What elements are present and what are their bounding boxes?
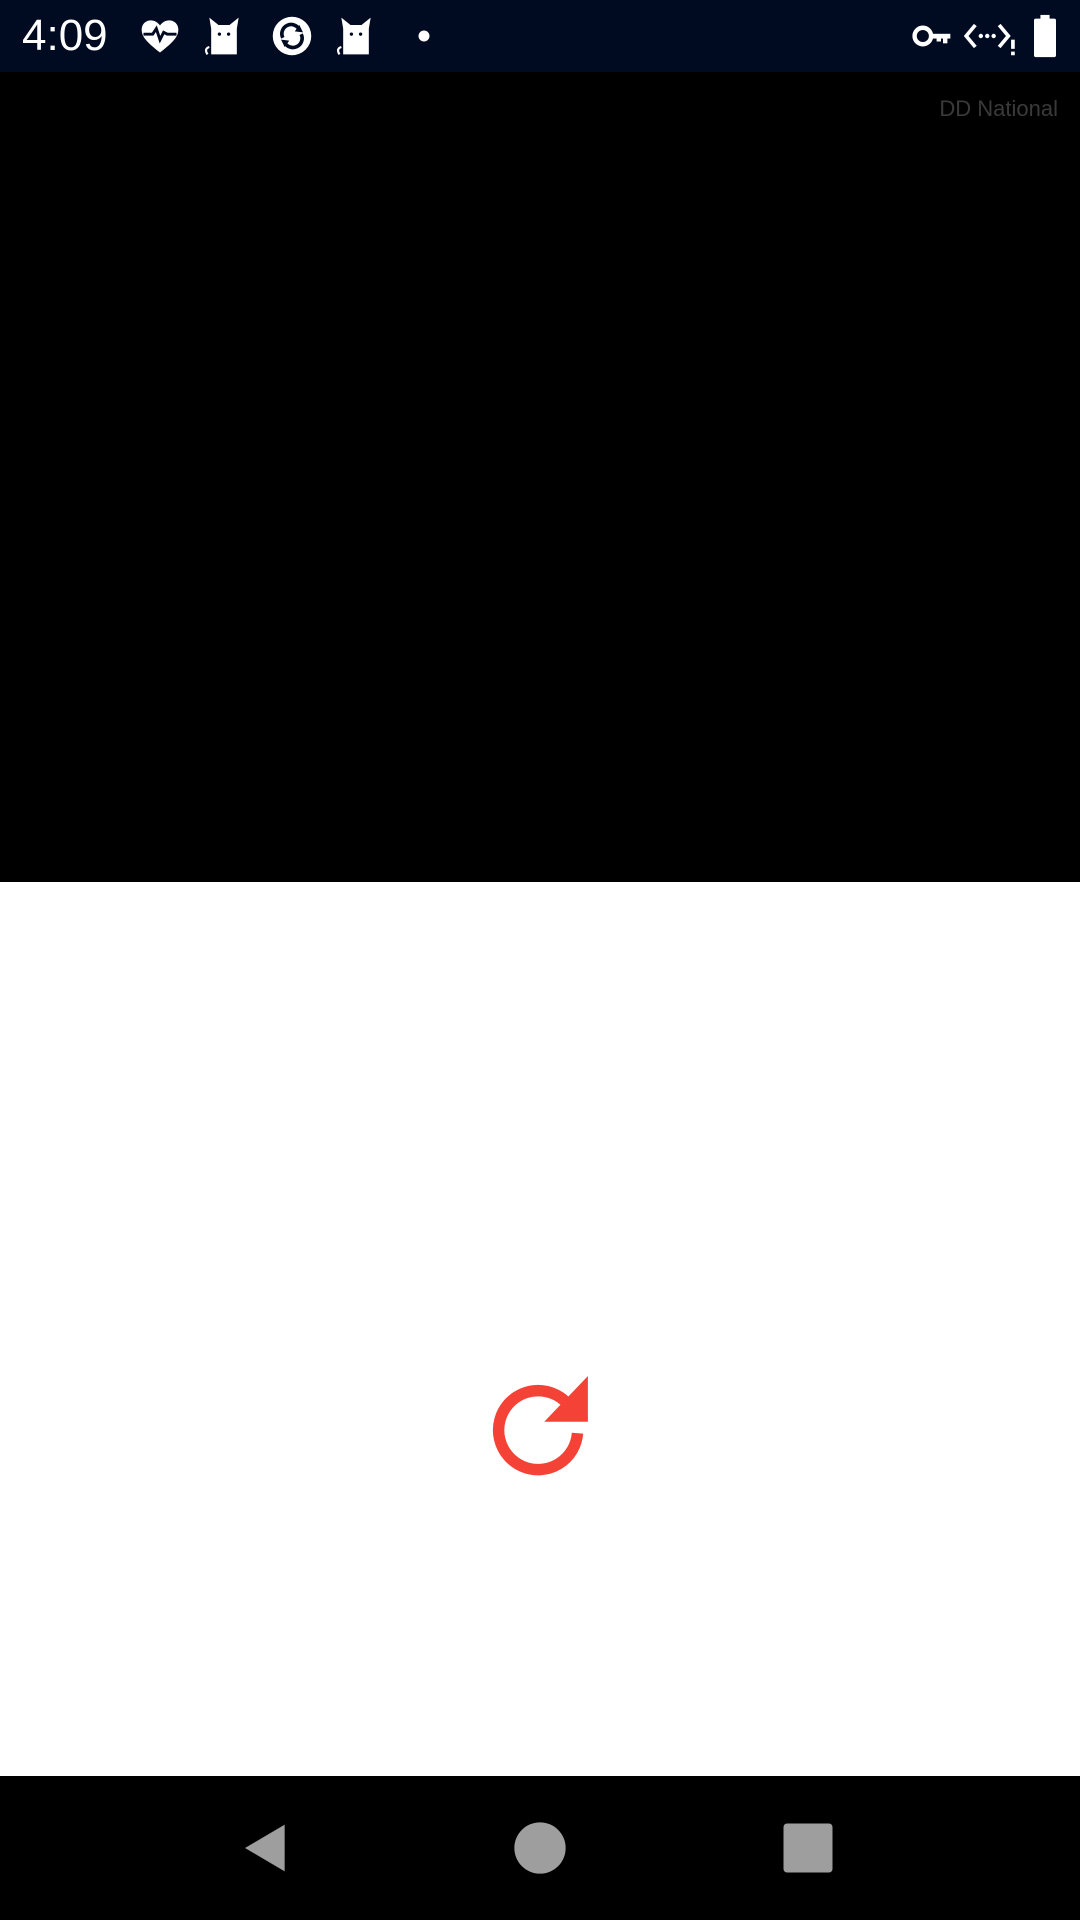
reload-button[interactable] (486, 1376, 590, 1480)
home-button[interactable] (512, 1820, 568, 1876)
channel-watermark: DD National (939, 96, 1058, 121)
cat-icon (202, 14, 246, 58)
battery-icon (1030, 14, 1060, 58)
cat-icon (334, 14, 378, 58)
status-bar: 4:09 (0, 0, 1080, 72)
status-time: 4:09 (22, 11, 108, 60)
heart-pulse-icon (138, 14, 182, 58)
refresh-icon (492, 1376, 588, 1476)
navigation-bar (0, 1776, 1080, 1920)
content-area (0, 882, 1080, 1776)
back-button[interactable] (238, 1820, 294, 1876)
home-icon (514, 1822, 566, 1874)
recents-icon (783, 1823, 833, 1873)
sync-badge-icon (270, 14, 314, 58)
back-icon (245, 1824, 285, 1872)
data-arrows-icon (964, 14, 1016, 58)
recents-button[interactable] (780, 1820, 836, 1876)
vpn-key-icon (910, 14, 954, 58)
dot-icon (402, 14, 446, 58)
video-player[interactable]: DD National (0, 72, 1080, 882)
screen: 4:09 DD National (0, 0, 1080, 1920)
